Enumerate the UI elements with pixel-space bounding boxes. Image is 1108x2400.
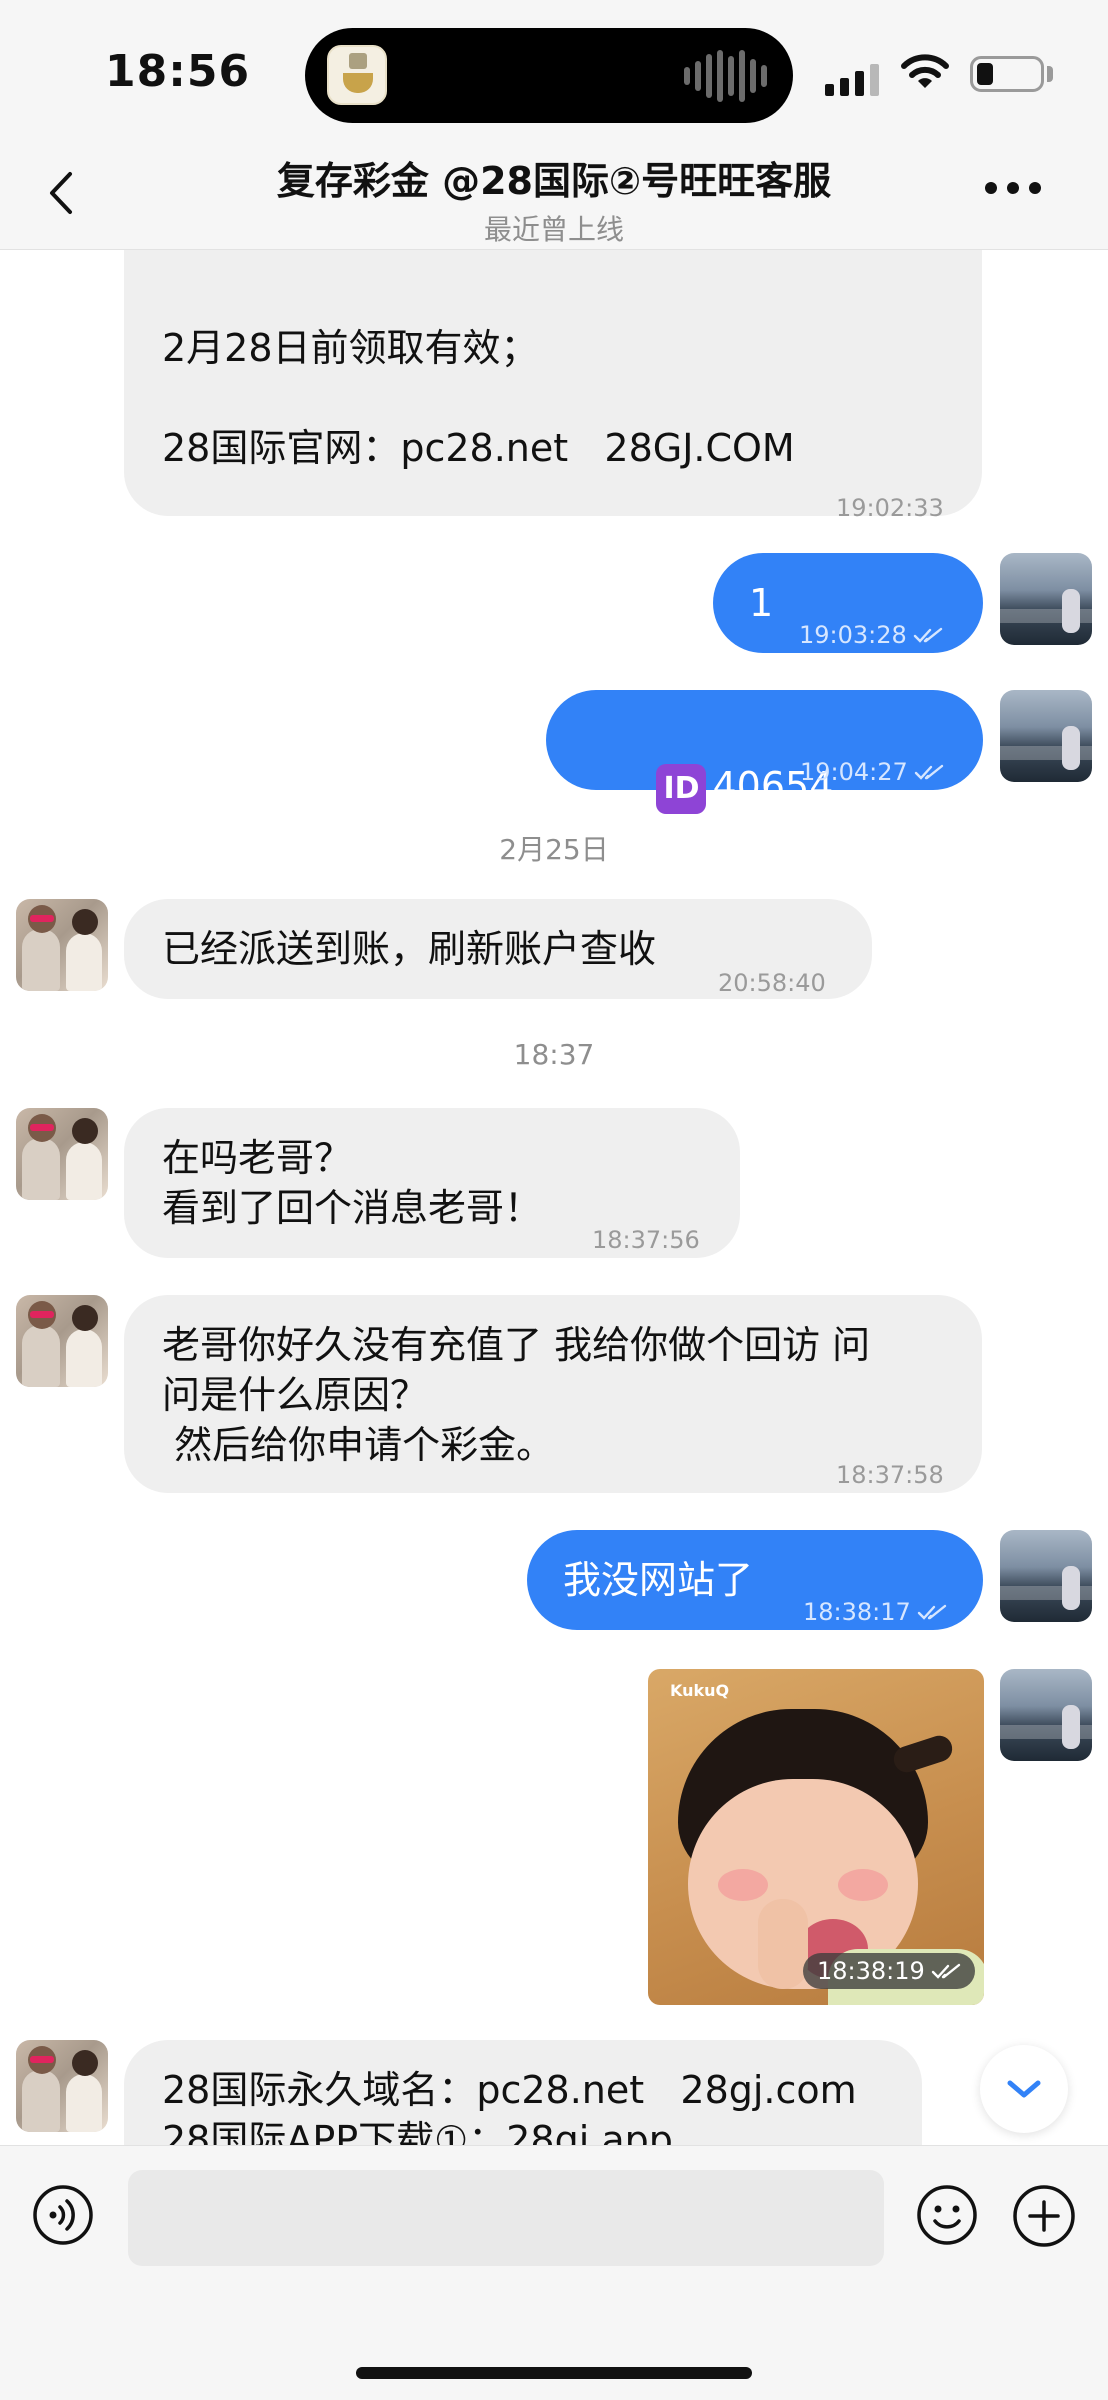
chat-status: 最近曾上线 <box>483 213 624 246</box>
message-bubble-incoming[interactable]: 在吗老哥？ 看到了回个消息老哥！ 18:37:56 <box>124 1108 740 1258</box>
message-text: 28国际官网：pc28.net 28GJ.COM <box>162 426 795 470</box>
message-bubble-outgoing[interactable]: ID 40654 19:04:27 <box>546 690 983 814</box>
message-meta: 18:38:17 <box>803 1588 947 1636</box>
chat-header: 18:56 复存彩金 @28国际②号旺旺客服 最近曾上线 <box>0 0 1108 250</box>
avatar-contact[interactable] <box>16 2040 108 2132</box>
dot-icon <box>985 182 997 194</box>
message-time: 18:38:19 <box>817 1957 925 1985</box>
date-separator: 2月25日 <box>499 833 609 866</box>
message-bubble-outgoing[interactable]: 1 19:03:28 <box>713 553 983 653</box>
now-playing-app-icon <box>327 45 387 105</box>
avatar-contact[interactable] <box>16 1295 108 1387</box>
dot-icon <box>1029 182 1041 194</box>
message-bubble-incoming[interactable]: 28国际永久域名：pc28.net 28gj.com 28国际APP下载①：28… <box>124 2040 922 2145</box>
status-time: 18:56 <box>105 46 251 97</box>
message-list[interactable]: 2月28日前领取有效； 28国际官网：pc28.net 28GJ.COM 19:… <box>0 250 1108 2145</box>
scroll-to-bottom-button[interactable] <box>980 2045 1068 2133</box>
message-time: 18:37:58 <box>836 1461 944 1489</box>
message-text: 1 <box>749 581 774 625</box>
message-time: 19:03:28 <box>799 621 907 649</box>
message-time: 18:38:17 <box>803 1598 911 1626</box>
message-meta: 19:03:28 <box>799 611 943 659</box>
battery-icon <box>970 56 1044 92</box>
audio-wave-icon <box>684 50 767 102</box>
message-time: 19:02:33 <box>836 494 944 522</box>
battery-tip <box>1047 66 1053 82</box>
message-text: 问是什么原因？ <box>162 1373 429 1417</box>
wifi-icon <box>901 54 949 88</box>
message-text: 28国际永久域名：pc28.net 28gj.com <box>162 2068 857 2112</box>
message-time: 20:58:40 <box>718 969 826 997</box>
message-bubble-incoming[interactable]: 老哥你好久没有充值了 我给你做个回访 问 问是什么原因？ 然后给你申请个彩金。 … <box>124 1295 982 1493</box>
message-bubble-outgoing[interactable]: 我没网站了 18:38:17 <box>527 1530 983 1630</box>
cellular-signal-icon <box>825 64 879 96</box>
avatar-self[interactable] <box>1000 1530 1092 1622</box>
more-options-button[interactable] <box>985 182 1041 194</box>
message-meta: 19:04:27 <box>800 748 944 796</box>
attach-plus-button[interactable] <box>1012 2184 1076 2248</box>
message-time: 18:37:56 <box>592 1226 700 1254</box>
message-time: 19:04:27 <box>800 758 908 786</box>
avatar-self[interactable] <box>1000 690 1092 782</box>
avatar-self[interactable] <box>1000 553 1092 645</box>
message-text: 老哥你好久没有充值了 我给你做个回访 问 <box>162 1323 871 1367</box>
message-text: 2月28日前领取有效； <box>162 326 539 370</box>
message-input[interactable] <box>128 2170 884 2266</box>
message-text: 在吗老哥？ <box>162 1136 353 1180</box>
double-check-icon <box>931 1963 960 1979</box>
chevron-down-icon <box>1007 2080 1041 2098</box>
message-bubble-incoming[interactable]: 已经派送到账，刷新账户查收 20:58:40 <box>124 899 872 999</box>
id-emoji-icon: ID <box>656 763 707 814</box>
home-indicator[interactable] <box>356 2367 752 2379</box>
sticker-watermark: KukuQ <box>670 1681 730 1700</box>
message-text: 看到了回个消息老哥！ <box>162 1186 543 1230</box>
message-meta: 18:38:19 <box>803 1953 975 1989</box>
dynamic-island <box>305 28 793 123</box>
message-text: 28国际APP下载①：28gj.app <box>162 2118 673 2145</box>
message-bubble-incoming[interactable]: 2月28日前领取有效； 28国际官网：pc28.net 28GJ.COM 19:… <box>124 250 982 522</box>
message-text: 然后给你申请个彩金。 <box>162 1423 555 1467</box>
double-check-icon <box>913 627 942 643</box>
composer-bar <box>0 2145 1108 2400</box>
avatar-contact[interactable] <box>16 899 108 991</box>
double-check-icon <box>914 764 943 780</box>
date-separator: 18:37 <box>513 1038 595 1071</box>
message-text: 已经派送到账，刷新账户查收 <box>162 927 657 971</box>
message-text: 我没网站了 <box>563 1558 754 1602</box>
chat-title[interactable]: 复存彩金 @28国际②号旺旺客服 <box>0 150 1108 205</box>
avatar-contact[interactable] <box>16 1108 108 1200</box>
voice-button[interactable] <box>32 2184 94 2246</box>
sticker-image[interactable]: KukuQ 18:38:19 <box>648 1669 984 2005</box>
emoji-button[interactable] <box>916 2184 978 2246</box>
dot-icon <box>1007 182 1019 194</box>
double-check-icon <box>917 1604 946 1620</box>
avatar-self[interactable] <box>1000 1669 1092 1761</box>
